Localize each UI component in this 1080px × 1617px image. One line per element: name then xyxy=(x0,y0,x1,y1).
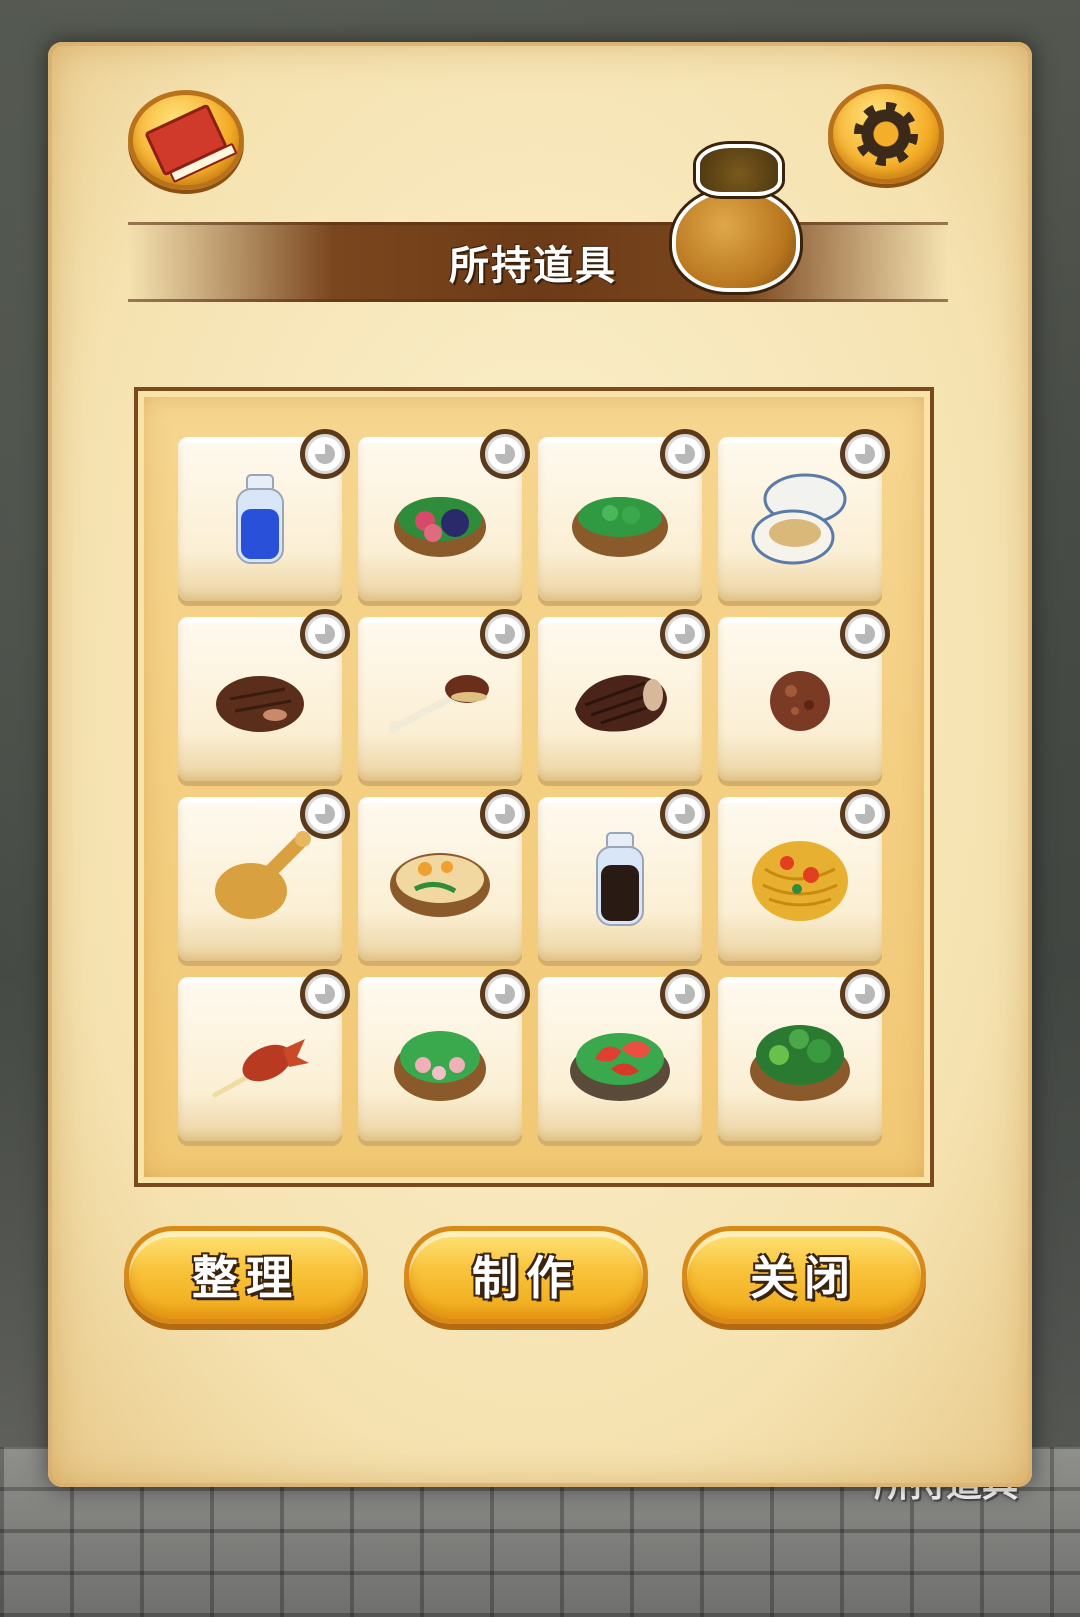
inventory-panel: 所持道具 整理 制作 关闭 xyxy=(48,42,1032,1487)
meatball-icon xyxy=(770,671,830,731)
timer-icon xyxy=(300,609,350,659)
vegetable-bowl-icon xyxy=(394,497,486,557)
timer-icon xyxy=(660,429,710,479)
timer-icon xyxy=(300,429,350,479)
close-button-label: 关闭 xyxy=(750,1251,858,1305)
shrimp-bowl-icon xyxy=(570,1033,670,1101)
green-paste-bowl-icon xyxy=(572,497,668,557)
inventory-slot[interactable] xyxy=(358,789,530,961)
timer-icon xyxy=(480,969,530,1019)
stew-bowl-icon xyxy=(390,853,490,917)
inventory-slot[interactable] xyxy=(718,789,890,961)
timer-icon xyxy=(480,429,530,479)
timer-icon xyxy=(480,789,530,839)
page-title: 所持道具 xyxy=(449,243,617,289)
timer-icon xyxy=(840,789,890,839)
inventory-slot[interactable] xyxy=(178,789,350,961)
inventory-slot[interactable] xyxy=(358,969,530,1141)
fried-chicken-leg-icon xyxy=(215,831,311,919)
inventory-slot[interactable] xyxy=(718,969,890,1141)
inventory-slot[interactable] xyxy=(718,429,890,601)
sort-button[interactable]: 整理 xyxy=(124,1226,368,1324)
title-banner: 所持道具 xyxy=(128,222,948,302)
timer-icon xyxy=(840,609,890,659)
sort-button-label: 整理 xyxy=(192,1251,300,1305)
inventory-slot[interactable] xyxy=(538,789,710,961)
greens-bowl-icon xyxy=(750,1025,850,1101)
close-button[interactable]: 关闭 xyxy=(682,1226,926,1324)
inventory-slot[interactable] xyxy=(178,969,350,1141)
timer-icon xyxy=(300,789,350,839)
pasta-plate-icon xyxy=(752,841,848,921)
timer-icon xyxy=(840,969,890,1019)
craft-button[interactable]: 制作 xyxy=(404,1226,648,1324)
inventory-slot[interactable] xyxy=(538,429,710,601)
inventory-slot[interactable] xyxy=(178,429,350,601)
timer-icon xyxy=(480,609,530,659)
bag-icon xyxy=(666,136,806,296)
large-steak-icon xyxy=(575,675,667,732)
craft-button-label: 制作 xyxy=(472,1251,580,1305)
clam-icon xyxy=(751,473,847,565)
blue-potion-icon xyxy=(236,474,284,564)
gear-icon xyxy=(854,102,918,166)
inventory-slot[interactable] xyxy=(358,609,530,781)
inventory-slot[interactable] xyxy=(718,609,890,781)
book-button[interactable] xyxy=(128,90,244,190)
inventory-grid xyxy=(178,429,890,1141)
inventory-slot[interactable] xyxy=(358,429,530,601)
grilled-squid-skewer-icon xyxy=(212,1039,309,1098)
inventory-slot[interactable] xyxy=(178,609,350,781)
timer-icon xyxy=(660,969,710,1019)
inventory-slot[interactable] xyxy=(538,969,710,1141)
inventory-frame xyxy=(134,387,934,1187)
grilled-steak-icon xyxy=(216,676,304,732)
settings-button[interactable] xyxy=(828,84,944,184)
book-icon xyxy=(144,103,238,184)
timer-icon xyxy=(300,969,350,1019)
meat-on-bone-icon xyxy=(389,675,489,733)
timer-icon xyxy=(660,609,710,659)
octopus-salad-icon xyxy=(394,1031,486,1101)
inventory-slot[interactable] xyxy=(538,609,710,781)
timer-icon xyxy=(660,789,710,839)
timer-icon xyxy=(840,429,890,479)
dark-sauce-bottle-icon xyxy=(596,832,644,926)
